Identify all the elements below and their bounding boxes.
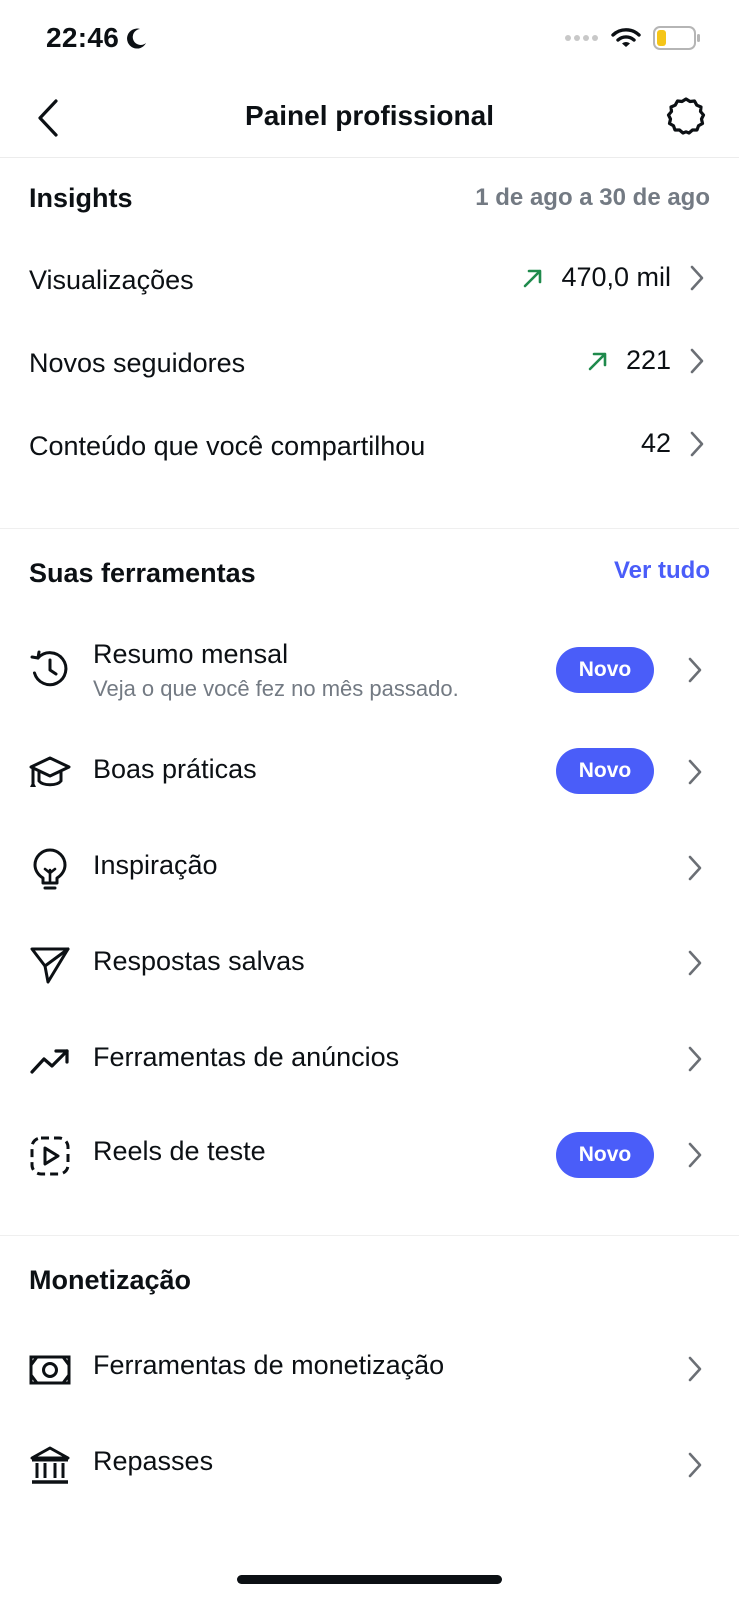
tool-label: Repasses — [93, 1446, 214, 1476]
insight-label: Visualizações — [29, 265, 194, 295]
money-bill-icon — [28, 1348, 72, 1392]
tool-text: Reels de teste — [93, 1136, 266, 1167]
chevron-right-icon — [688, 657, 702, 683]
new-badge: Novo — [556, 1132, 654, 1178]
paper-plane-icon — [28, 943, 72, 987]
graduation-cap-icon — [28, 751, 72, 795]
tool-label: Inspiração — [93, 850, 218, 880]
insights-title: Insights — [29, 183, 133, 213]
tool-row-monthly-summary[interactable]: Resumo mensal Veja o que você fez no mês… — [0, 625, 739, 715]
insight-label: Novos seguidores — [29, 348, 246, 378]
tool-row-monetization-tools[interactable]: Ferramentas de monetização — [0, 1322, 739, 1418]
chevron-right-icon — [688, 950, 702, 976]
insight-value: 470,0 mil — [561, 262, 671, 292]
insight-value-group: 42 — [641, 428, 707, 459]
tool-text: Inspiração — [93, 850, 218, 881]
lightbulb-icon — [28, 848, 72, 892]
chevron-right-icon — [688, 759, 702, 785]
tool-text: Resumo mensal Veja o que você fez no mês… — [93, 639, 459, 702]
battery-icon — [653, 26, 700, 50]
status-icons — [565, 26, 701, 50]
wifi-icon — [611, 28, 641, 47]
trend-up-arrow-icon — [524, 269, 542, 287]
page-title: Painel profissional — [245, 100, 494, 131]
tool-label: Respostas salvas — [93, 946, 305, 976]
nav-bar: Painel profissional — [0, 82, 739, 158]
chevron-right-icon — [690, 265, 704, 290]
status-bar: 22:46 — [0, 0, 739, 82]
tool-label: Ferramentas de anúncios — [93, 1042, 400, 1072]
chevron-right-icon — [688, 1452, 702, 1478]
tool-row-payouts[interactable]: Repasses — [0, 1418, 739, 1514]
tool-text: Ferramentas de anúncios — [93, 1042, 399, 1073]
home-indicator[interactable] — [237, 1575, 502, 1584]
insight-row-content-shared[interactable]: Conteúdo que você compartilhou 42 — [0, 406, 739, 490]
tool-label: Resumo mensal — [93, 639, 289, 669]
new-badge: Novo — [556, 647, 654, 693]
tool-row-ad-tools[interactable]: Ferramentas de anúncios — [0, 1012, 739, 1108]
insight-value-group: 221 — [586, 345, 707, 376]
trend-up-arrow-icon — [588, 352, 607, 370]
tool-subtitle: Veja o que você fez no mês passado. — [93, 676, 459, 701]
tools-title: Suas ferramentas — [29, 558, 256, 588]
chevron-right-icon — [690, 348, 704, 373]
settings-button[interactable] — [663, 94, 709, 140]
tool-row-trial-reels[interactable]: Reels de teste Novo — [0, 1108, 739, 1204]
settings-gear-icon — [666, 97, 706, 135]
monetization-title: Monetização — [29, 1265, 192, 1295]
insight-row-followers[interactable]: Novos seguidores 221 — [0, 323, 739, 407]
insight-value: 42 — [640, 428, 671, 458]
section-divider — [0, 1235, 739, 1236]
date-range[interactable]: 1 de ago a 30 de ago — [475, 184, 710, 212]
see-all-link[interactable]: Ver tudo — [614, 557, 710, 585]
new-badge: Novo — [556, 748, 654, 794]
tool-label: Boas práticas — [93, 754, 257, 784]
chevron-right-icon — [688, 855, 702, 881]
reels-test-icon — [28, 1134, 72, 1178]
chevron-right-icon — [688, 1356, 702, 1382]
tool-row-saved-replies[interactable]: Respostas salvas — [0, 916, 739, 1012]
tool-text: Ferramentas de monetização — [93, 1350, 444, 1381]
tool-label: Ferramentas de monetização — [93, 1350, 445, 1380]
moon-icon — [127, 28, 147, 49]
tool-label: Reels de teste — [93, 1136, 266, 1166]
history-clock-icon — [28, 647, 72, 691]
tool-text: Repasses — [93, 1446, 213, 1477]
insight-label: Conteúdo que você compartilhou — [29, 431, 426, 461]
tool-text: Respostas salvas — [93, 946, 305, 977]
tool-row-best-practices[interactable]: Boas práticas Novo — [0, 726, 739, 820]
status-time-group: 22:46 — [46, 22, 149, 54]
chevron-right-icon — [688, 1142, 702, 1168]
chevron-right-icon — [688, 1046, 702, 1072]
chevron-right-icon — [690, 431, 704, 456]
tool-text: Boas práticas — [93, 754, 257, 785]
insight-value: 221 — [625, 345, 671, 375]
section-divider — [0, 528, 739, 529]
signal-icon — [565, 35, 598, 41]
status-time: 22:46 — [46, 22, 120, 53]
insight-row-views[interactable]: Visualizações 470,0 mil — [0, 240, 739, 324]
bank-icon — [28, 1444, 72, 1488]
trending-up-icon — [28, 1039, 72, 1083]
tool-row-inspiration[interactable]: Inspiração — [0, 822, 739, 916]
insight-value-group: 470,0 mil — [521, 262, 707, 293]
